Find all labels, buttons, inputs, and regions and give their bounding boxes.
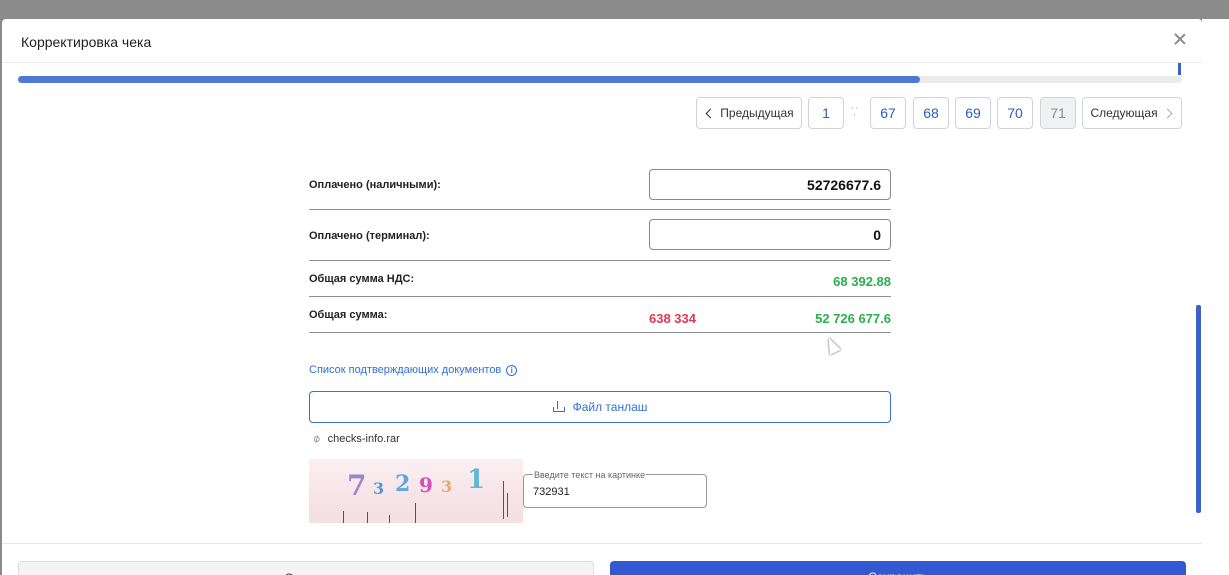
paid-cash-input[interactable]: [649, 169, 891, 200]
progress-fill: [18, 76, 921, 83]
total-green-value: 52 726 677.6: [815, 311, 891, 326]
page-button-71-current[interactable]: 71: [1040, 97, 1076, 129]
chevron-left-icon: [705, 108, 716, 118]
page-button-69[interactable]: 69: [955, 97, 991, 129]
paid-terminal-label: Оплачено (терминал):: [309, 230, 430, 242]
info-icon[interactable]: i: [506, 364, 518, 376]
captcha-input[interactable]: [533, 486, 693, 498]
vat-total-value: 68 392.88: [833, 274, 891, 289]
cancel-button[interactable]: Отмена: [18, 561, 594, 575]
progress-bar: [18, 76, 1182, 83]
supporting-documents-link[interactable]: Список подтверждающих документов i: [309, 364, 518, 376]
paid-terminal-input[interactable]: [649, 219, 891, 250]
page-button-70[interactable]: 70: [997, 97, 1033, 129]
captcha-noise-line: [343, 511, 344, 523]
captcha-field-label: Введите текст на картинке: [533, 470, 647, 480]
modal-scrollbar-thumb[interactable]: [1196, 305, 1201, 513]
page-button-68[interactable]: 68: [913, 97, 949, 129]
paid-cash-label: Оплачено (наличными):: [309, 179, 441, 191]
paid-cash-row: Оплачено (наличными):: [309, 166, 891, 210]
supporting-documents-label: Список подтверждающих документов: [309, 364, 502, 376]
modal-title: Корректировка чека: [21, 34, 152, 50]
pagination-ellipsis: ·· ·: [850, 102, 860, 121]
captcha-noise-line: [503, 481, 504, 519]
attached-file[interactable]: ⌀ checks-info.rar: [310, 432, 400, 446]
paperclip-icon: ⌀: [310, 432, 323, 446]
file-upload-label: Файл танлаш: [572, 400, 648, 414]
captcha-digit: 3: [373, 479, 385, 498]
page-button-67[interactable]: 67: [870, 97, 906, 129]
total-label: Общая сумма:: [309, 309, 388, 321]
close-icon[interactable]: [1172, 31, 1188, 47]
captcha-digit: 2: [395, 471, 411, 497]
payment-form: Оплачено (наличными): Оплачено (терминал…: [309, 166, 891, 333]
next-page-label: Следующая: [1090, 106, 1158, 120]
receipt-correction-modal: Корректировка чека Предыдущая 1 ·· · 67 6…: [2, 19, 1202, 575]
captcha-digit: 3: [441, 477, 453, 496]
captcha-noise-line: [389, 515, 390, 523]
total-row: Общая сумма: 638 334 52 726 677.6: [309, 297, 891, 333]
prev-page-label: Предыдущая: [720, 106, 794, 120]
page-scrollbar-track[interactable]: [1202, 19, 1229, 575]
captcha-digit: 1: [467, 465, 486, 495]
upload-icon: [552, 401, 565, 412]
chevron-right-icon: [1162, 108, 1173, 118]
total-red-value: 638 334: [649, 311, 696, 326]
page-button-1[interactable]: 1: [808, 97, 844, 129]
prev-page-button[interactable]: Предыдущая: [696, 97, 802, 129]
captcha-noise-line: [415, 503, 416, 523]
captcha-noise-line: [367, 512, 368, 523]
modal-footer: Отмена Сохранить: [2, 543, 1202, 575]
vat-total-row: Общая сумма НДС: 68 392.88: [309, 261, 891, 297]
captcha-noise-line: [507, 493, 508, 517]
modal-backdrop: [0, 0, 1229, 19]
next-page-button[interactable]: Следующая: [1082, 97, 1182, 129]
captcha-image: 7 3 2 9 3 1: [309, 459, 523, 523]
paid-terminal-row: Оплачено (терминал):: [309, 210, 891, 261]
progress-marker: [1178, 63, 1181, 75]
vat-total-label: Общая сумма НДС:: [309, 273, 415, 285]
attached-file-name: checks-info.rar: [327, 432, 400, 445]
file-upload-button[interactable]: Файл танлаш: [309, 391, 891, 423]
captcha-digit: 9: [419, 473, 433, 497]
modal-header: Корректировка чека: [2, 19, 1202, 63]
save-button[interactable]: Сохранить: [610, 561, 1186, 575]
captcha-digit: 7: [347, 469, 367, 502]
